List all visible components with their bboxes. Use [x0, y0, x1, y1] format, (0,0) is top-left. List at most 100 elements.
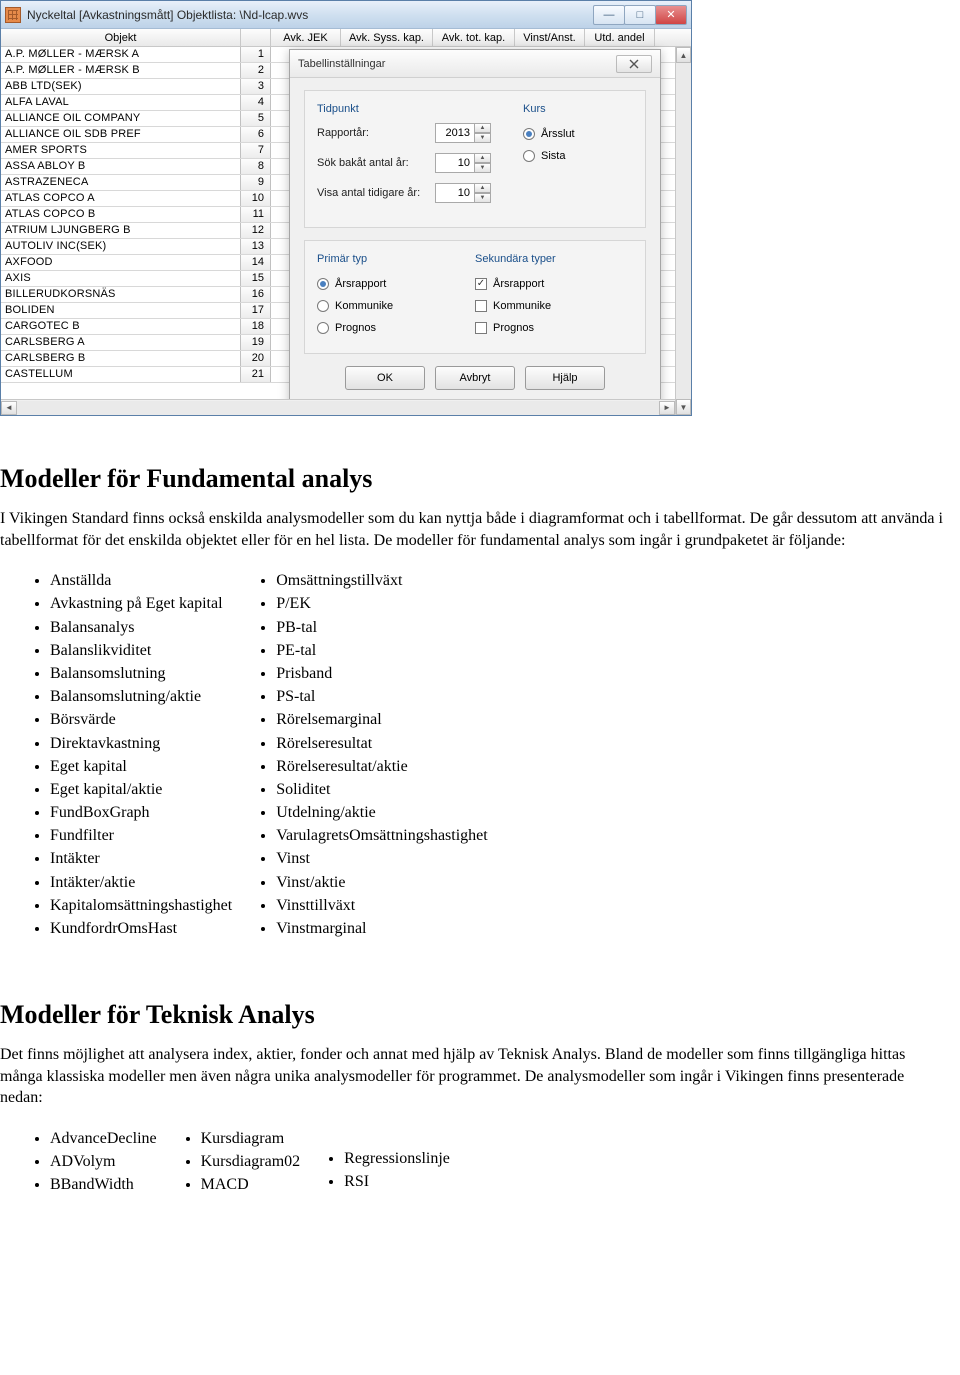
scroll-up-icon[interactable]: ▲	[676, 47, 691, 63]
maximize-button[interactable]: □	[624, 5, 656, 25]
vertical-scrollbar[interactable]: ▲ ▼	[675, 47, 691, 415]
col-vinst-anst[interactable]: Vinst/Anst.	[515, 29, 585, 46]
list-item: BBandWidth	[50, 1173, 157, 1196]
minimize-button[interactable]: —	[593, 5, 625, 25]
list-item: Prisband	[276, 662, 488, 685]
spin-down-icon[interactable]: ▼	[475, 163, 491, 173]
rapportar-spinner[interactable]: ▲▼	[435, 123, 491, 143]
app-window: Nyckeltal [Avkastningsmått] Objektlista:…	[0, 0, 692, 416]
cell-index: 8	[241, 159, 271, 174]
list-item: Intäkter/aktie	[50, 871, 232, 894]
cell-name: AMER SPORTS	[1, 143, 241, 158]
scroll-down-icon[interactable]: ▼	[676, 399, 691, 415]
window-title: Nyckeltal [Avkastningsmått] Objektlista:…	[27, 8, 308, 22]
technical-list-col3: RegressionslinjeRSI	[330, 1147, 450, 1197]
visa-spinner[interactable]: ▲▼	[435, 183, 491, 203]
scroll-track[interactable]	[676, 63, 691, 399]
group-tidpunkt-kurs: Tidpunkt Rapportår: ▲▼ Sök bakåt antal å…	[304, 90, 646, 228]
cell-index: 2	[241, 63, 271, 78]
list-item: P/EK	[276, 592, 488, 615]
check-label: Prognos	[493, 322, 534, 334]
group-head-sekundar: Sekundära typer	[475, 253, 633, 265]
list-item: Balansomslutning/aktie	[50, 685, 232, 708]
horizontal-scrollbar[interactable]: ◄ ►	[1, 399, 675, 415]
col-avk-tot[interactable]: Avk. tot. kap.	[433, 29, 515, 46]
visa-input[interactable]	[435, 183, 475, 203]
list-item: RSI	[344, 1170, 450, 1193]
cell-name: ALLIANCE OIL SDB PREF	[1, 127, 241, 142]
spin-up-icon[interactable]: ▲	[475, 123, 491, 133]
sok-input[interactable]	[435, 153, 475, 173]
list-item: Rörelseresultat	[276, 732, 488, 755]
list-item: Eget kapital	[50, 755, 232, 778]
settings-dialog: Tabellinställningar Tidpunkt Rapportår: …	[289, 49, 661, 413]
list-item: FundBoxGraph	[50, 801, 232, 824]
check-prognos[interactable]: Prognos	[475, 317, 633, 339]
list-item: Rörelseresultat/aktie	[276, 755, 488, 778]
dialog-titlebar: Tabellinställningar	[290, 50, 660, 78]
sok-label: Sök bakåt antal år:	[317, 157, 435, 169]
document-content: Modeller för Fundamental analys I Viking…	[0, 436, 960, 1221]
technical-list-col2: KursdiagramKursdiagram02MACD	[187, 1127, 301, 1197]
cell-name: AUTOLIV INC(SEK)	[1, 239, 241, 254]
list-item: Vinstmarginal	[276, 917, 488, 940]
group-primar-sekundar: Primär typ Årsrapport Kommunike Prognos	[304, 240, 646, 354]
sok-spinner[interactable]: ▲▼	[435, 153, 491, 173]
check-kommunike[interactable]: Kommunike	[475, 295, 633, 317]
list-item: Avkastning på Eget kapital	[50, 592, 232, 615]
col-avk-syss[interactable]: Avk. Syss. kap.	[341, 29, 433, 46]
fundamental-lists: AnställdaAvkastning på Eget kapitalBalan…	[36, 569, 946, 940]
list-item: PS-tal	[276, 685, 488, 708]
cell-index: 14	[241, 255, 271, 270]
list-item: Vinst/aktie	[276, 871, 488, 894]
paragraph-fundamental: I Vikingen Standard finns också enskilda…	[0, 508, 946, 551]
cell-index: 7	[241, 143, 271, 158]
rapportar-input[interactable]	[435, 123, 475, 143]
ok-button[interactable]: OK	[345, 366, 425, 390]
radio-arsslut[interactable]: Årsslut	[523, 123, 633, 145]
col-utd-andel[interactable]: Utd. andel	[585, 29, 655, 46]
radio-icon	[317, 300, 329, 312]
list-item: Vinst	[276, 847, 488, 870]
radio-icon	[523, 128, 535, 140]
close-button[interactable]: ✕	[655, 5, 687, 25]
dialog-close-button[interactable]	[616, 55, 652, 73]
list-item: Regressionslinje	[344, 1147, 450, 1170]
spin-up-icon[interactable]: ▲	[475, 153, 491, 163]
scroll-right-icon[interactable]: ►	[659, 401, 675, 415]
scroll-track[interactable]	[17, 401, 659, 415]
titlebar: Nyckeltal [Avkastningsmått] Objektlista:…	[1, 1, 691, 29]
cell-name: AXIS	[1, 271, 241, 286]
list-item: Kursdiagram	[201, 1127, 301, 1150]
col-objekt[interactable]: Objekt	[1, 29, 241, 46]
cell-name: ALLIANCE OIL COMPANY	[1, 111, 241, 126]
list-item: KundfordrOmsHast	[50, 917, 232, 940]
table-icon	[5, 7, 21, 23]
help-button[interactable]: Hjälp	[525, 366, 605, 390]
list-item: PE-tal	[276, 639, 488, 662]
list-item: VarulagretsOmsättningshastighet	[276, 824, 488, 847]
spin-down-icon[interactable]: ▼	[475, 133, 491, 143]
radio-label: Prognos	[335, 322, 376, 334]
cancel-button[interactable]: Avbryt	[435, 366, 515, 390]
radio-kommunike[interactable]: Kommunike	[317, 295, 475, 317]
cell-index: 11	[241, 207, 271, 222]
list-item: Soliditet	[276, 778, 488, 801]
cell-index: 12	[241, 223, 271, 238]
list-item: Balansanalys	[50, 616, 232, 639]
spin-up-icon[interactable]: ▲	[475, 183, 491, 193]
spin-down-icon[interactable]: ▼	[475, 193, 491, 203]
cell-index: 9	[241, 175, 271, 190]
cell-name: BOLIDEN	[1, 303, 241, 318]
scroll-left-icon[interactable]: ◄	[1, 401, 17, 415]
col-avk-jek[interactable]: Avk. JEK	[271, 29, 341, 46]
radio-prognos[interactable]: Prognos	[317, 317, 475, 339]
checkbox-icon	[475, 300, 487, 312]
dialog-body: Tidpunkt Rapportår: ▲▼ Sök bakåt antal å…	[290, 78, 660, 412]
radio-sista[interactable]: Sista	[523, 145, 633, 167]
checkbox-icon: ✓	[475, 278, 487, 290]
radio-arsrapport[interactable]: Årsrapport	[317, 273, 475, 295]
window-controls: — □ ✕	[594, 5, 687, 25]
check-arsrapport[interactable]: ✓ Årsrapport	[475, 273, 633, 295]
cell-name: ABB LTD(SEK)	[1, 79, 241, 94]
